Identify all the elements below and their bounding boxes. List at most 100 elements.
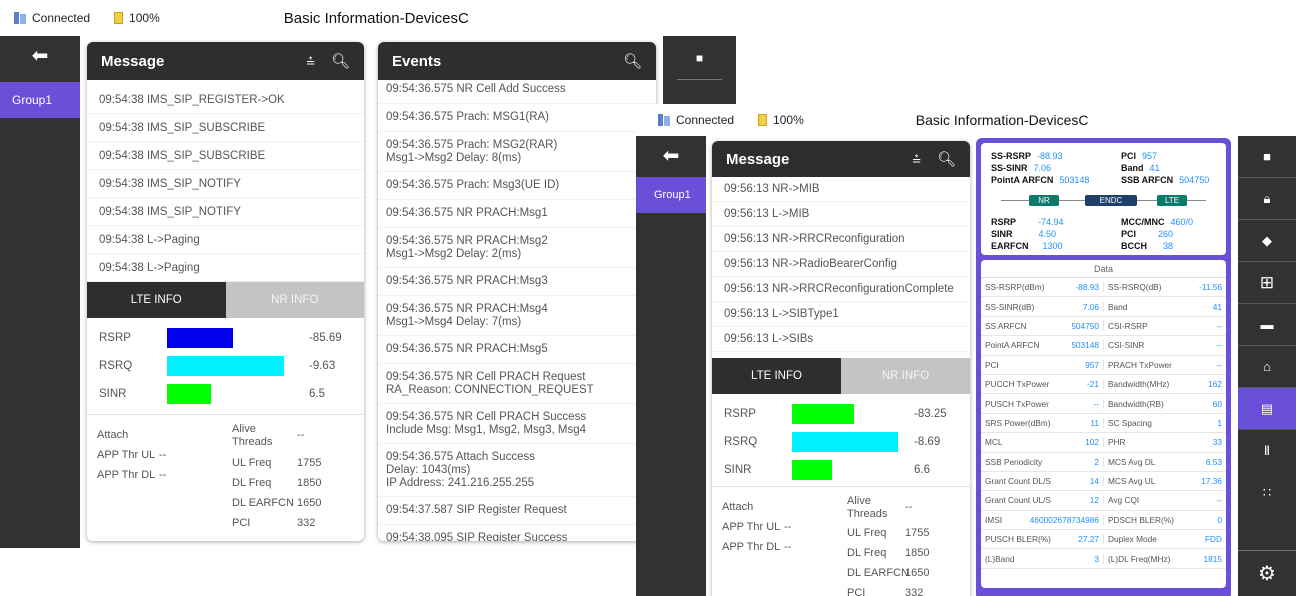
param-value: 12 [1089, 495, 1099, 506]
data-table-cell: IMSI 460002678734986 [981, 514, 1104, 525]
event-item[interactable]: 09:54:36.575 NR Cell Add Success [378, 76, 656, 104]
param-label: SC Spacing [1108, 417, 1152, 428]
data-table-row: SSB Periodicity 2 MCS Avg DL 6.53 [981, 453, 1226, 472]
search-icon[interactable]: 🔍︎ [937, 150, 956, 168]
message-panel: Message ⩮ 🔍︎ 09:54:38 IMS_SIP_REGISTER->… [87, 42, 364, 541]
signal-bar-value: -9.63 [309, 360, 336, 372]
data-table-row: Grant Count DL/S 14 MCS Avg UL 17.36 [981, 472, 1226, 492]
app-thr-dl-value: -- [784, 541, 792, 553]
data-table[interactable]: Data SS-RSRP(dBm) -88.93 SS-RSRQ(dB) -11.56… [981, 260, 1226, 588]
message-panel: Message ⩮ 🔍︎ 09:56:13 NR->MIB 09:56:13 L-… [712, 141, 970, 596]
data-table-row: PUSCH TxPower -- Bandwidth(RB) 60 [981, 394, 1226, 414]
table-icon[interactable]: ⊞ [1238, 262, 1296, 304]
message-row[interactable]: 09:56:13 NR->RadioBearerConfig [712, 252, 970, 277]
param-label: Avg CQI [1108, 495, 1140, 506]
folder-icon[interactable]: ▬ [1238, 304, 1296, 346]
event-item[interactable]: 09:54:36.575 NR Cell PRACH Request RA_Re… [378, 364, 656, 404]
message-row[interactable]: 09:54:38 IMS_SIP_NOTIFY [87, 170, 364, 198]
ul-freq-value: 1755 [297, 457, 322, 469]
signal-bar-value: -83.25 [914, 408, 947, 420]
message-row[interactable]: 09:56:13 NR->MIB [712, 177, 970, 202]
sidebar-item-group1[interactable]: Group1 [636, 177, 706, 213]
alive-threads-value: -- [297, 429, 305, 441]
band: Band 41 [1121, 163, 1160, 173]
tag-icon[interactable]: ◆ [1238, 220, 1296, 262]
tab-lte-info[interactable]: LTE INFO [712, 358, 841, 394]
param-label: PointA ARFCN [985, 340, 1040, 351]
message-row[interactable]: 09:54:38 IMS_SIP_REGISTER->OK [87, 86, 364, 114]
message-row[interactable]: 09:54:38 IMS_SIP_SUBSCRIBE [87, 114, 364, 142]
message-row[interactable]: 09:54:38 IMS_SIP_NOTIFY [87, 198, 364, 226]
message-list[interactable]: 09:54:38 IMS_SIP_REGISTER->OK 09:54:38 IM… [87, 86, 364, 282]
event-item[interactable]: 09:54:36.575 NR PRACH:Msg4 Msg1->Msg4 De… [378, 296, 656, 336]
back-button[interactable]: ⬅ [0, 36, 80, 74]
signal-bar-rsrp: RSRP -83.25 [712, 400, 970, 428]
grid-icon[interactable]: ∷ [1238, 472, 1296, 514]
back-button[interactable]: ⬅ [636, 136, 706, 174]
signal-bars: RSRP -83.25 RSRQ -8.69 SINR 6.6 [712, 394, 970, 486]
event-item[interactable]: 09:54:38.095 SIP Register Success [378, 525, 656, 541]
attach-label: Attach [722, 501, 754, 513]
message-row[interactable]: 09:56:13 L->MIB [712, 202, 970, 227]
event-item[interactable]: 09:54:36.575 NR PRACH:Msg5 [378, 336, 656, 364]
tab-lte-info[interactable]: LTE INFO [87, 282, 226, 318]
signal-bar-rsrq: RSRQ -9.63 [87, 352, 364, 380]
battery-icon [114, 12, 124, 24]
search-icon[interactable]: 🔍︎ [331, 52, 350, 70]
info-tabs: LTE INFO NR INFO [712, 358, 970, 394]
param-label: Grant Count DL/S [985, 476, 1051, 487]
data-table-cell: PUCCH TxPower -21 [981, 379, 1104, 390]
message-row[interactable]: 09:54:38 IMS_SIP_SUBSCRIBE [87, 142, 364, 170]
data-table-cell: CSI-SINR -- [1104, 340, 1226, 350]
filter-icon[interactable]: ⩮ [912, 151, 921, 168]
filter-icon[interactable]: ⩮ [306, 53, 315, 70]
event-item[interactable]: 09:54:36.575 Prach: MSG1(RA) [378, 104, 656, 132]
tab-nr-info[interactable]: NR INFO [841, 358, 970, 394]
param-label: PHR [1108, 437, 1126, 448]
param-label: MCS Avg UL [1108, 476, 1156, 487]
app-thr-ul-label: APP Thr UL [97, 449, 156, 461]
lock-icon[interactable]: 🔒︎ [1238, 178, 1296, 220]
events-list[interactable]: 09:54:36.575 NR Cell Add Success 09:54:36… [378, 76, 656, 541]
settings-icon[interactable]: ⚙ [1238, 550, 1296, 596]
search-icon[interactable]: 🔍︎ [623, 52, 642, 70]
dl-freq-value: 1850 [297, 477, 322, 489]
message-row[interactable]: 09:56:13 L->SIBType1 [712, 302, 970, 327]
sidebar-item-group1[interactable]: Group1 [0, 82, 80, 118]
info-grid: Attach APP Thr UL -- APP Thr DL -- Alive… [712, 486, 970, 596]
message-row[interactable]: 09:54:38 L->Paging [87, 226, 364, 254]
message-row[interactable]: 09:56:13 L->SIBs [712, 327, 970, 352]
event-item[interactable]: 09:54:36.575 NR PRACH:Msg1 [378, 200, 656, 228]
message-header: Message ⩮ 🔍︎ [87, 42, 364, 80]
tab-nr-info[interactable]: NR INFO [225, 282, 364, 318]
event-item[interactable]: 09:54:36.575 NR PRACH:Msg3 [378, 268, 656, 296]
data-table-cell: Grant Count UL/S 12 [981, 495, 1104, 506]
param-value: 503148 [1071, 340, 1099, 351]
stop-icon[interactable]: ■ [1238, 136, 1296, 178]
map-pin-icon[interactable]: ⌂ [1238, 346, 1296, 388]
event-item[interactable]: 09:54:36.575 NR Cell PRACH Success Inclu… [378, 404, 656, 444]
events-header: Events 🔍︎ [378, 42, 656, 80]
event-item[interactable]: 09:54:36.575 Prach: Msg3(UE ID) [378, 172, 656, 200]
param-label: IMSI [985, 514, 1003, 525]
param-label: (L)DL Freq(MHz) [1108, 553, 1171, 564]
stop-icon[interactable]: ■ [677, 36, 722, 80]
bcch: BCCH 38 [1121, 241, 1174, 251]
app-thr-dl-value: -- [159, 469, 167, 481]
param-value: 11 [1090, 417, 1099, 428]
data-table-cell: (L)DL Freq(MHz) 1815 [1104, 554, 1226, 564]
rss-icon[interactable]: Ⅱ [1238, 430, 1296, 472]
data-table-row: Grant Count UL/S 12 Avg CQI -- [981, 491, 1226, 511]
connected-label: Connected [32, 11, 91, 25]
event-item[interactable]: 09:54:36.575 Prach: MSG2(RAR) Msg1->Msg2… [378, 132, 656, 172]
message-list[interactable]: 09:56:13 NR->MIB 09:56:13 L->MIB 09:56:13 … [712, 177, 970, 352]
message-row[interactable]: 09:54:38 L->Paging [87, 254, 364, 282]
data-table-cell: Bandwidth(RB) 60 [1104, 399, 1226, 409]
message-row[interactable]: 09:56:13 NR->RRCReconfigurationComplete [712, 277, 970, 302]
event-item[interactable]: 09:54:37.587 SIP Register Request [378, 497, 656, 525]
event-item[interactable]: 09:54:36.575 Attach Success Delay: 1043(… [378, 444, 656, 497]
document-icon[interactable]: ▤ [1238, 388, 1296, 430]
message-row[interactable]: 09:56:13 NR->RRCReconfiguration [712, 227, 970, 252]
event-item[interactable]: 09:54:36.575 NR PRACH:Msg2 Msg1->Msg2 De… [378, 228, 656, 268]
param-value: FDD [1204, 534, 1222, 545]
